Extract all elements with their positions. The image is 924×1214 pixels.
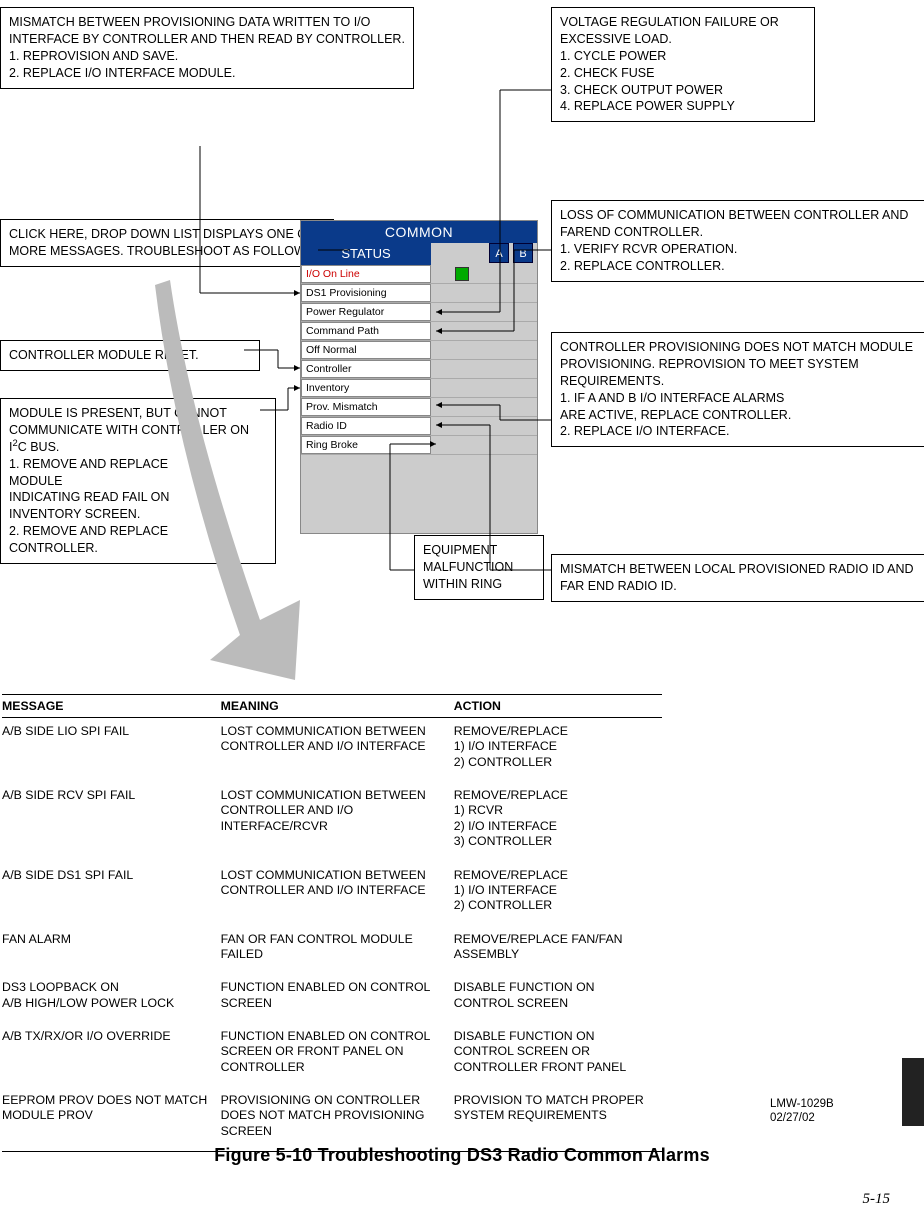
label: Radio ID [301, 417, 431, 435]
callout-loss-comm: LOSS OF COMMUNICATION BETWEEN CONTROLLER… [551, 200, 924, 282]
doc-date: 02/27/02 [770, 1112, 815, 1124]
text: EQUIPMENT MALFUNCTION WITHIN RING [423, 543, 513, 591]
status-row-controller: Controller [301, 360, 537, 379]
text: CONTROLLER MODULE RESET. [9, 348, 199, 362]
callout-module-present: MODULE IS PRESENT, BUT CANNOT COMMUNICAT… [0, 398, 276, 564]
table-row: A/B SIDE RCV SPI FAIL LOST COMMUNICATION… [2, 782, 662, 861]
table-row: FAN ALARM FAN OR FAN CONTROL MODULE FAIL… [2, 926, 662, 975]
cell-meaning: FAN OR FAN CONTROL MODULE FAILED [221, 926, 454, 975]
callout-ring-broke: EQUIPMENT MALFUNCTION WITHIN RING [414, 535, 544, 600]
panel-header-common: COMMON [301, 221, 537, 243]
side-tab [902, 1058, 924, 1126]
cell-meaning: PROVISIONING ON CONTROLLER DOES NOT MATC… [221, 1087, 454, 1152]
label: Controller [301, 360, 431, 378]
th-action: ACTION [454, 695, 662, 718]
label: I/O On Line [301, 265, 431, 283]
label: Prov. Mismatch [301, 398, 431, 416]
cell-message: DS3 LOOPBACK ON A/B HIGH/LOW POWER LOCK [2, 974, 221, 1023]
status-row-radio-id: Radio ID [301, 417, 537, 436]
panel-col-a: A [489, 243, 509, 263]
cell-action: REMOVE/REPLACE 1) I/O INTERFACE 2) CONTR… [454, 718, 662, 783]
cell-action: DISABLE FUNCTION ON CONTROL SCREEN [454, 974, 662, 1023]
label: Inventory [301, 379, 431, 397]
table-row: DS3 LOOPBACK ON A/B HIGH/LOW POWER LOCK … [2, 974, 662, 1023]
table-row: EEPROM PROV DOES NOT MATCH MODULE PROV P… [2, 1087, 662, 1152]
figure-caption: Figure 5-10 Troubleshooting DS3 Radio Co… [0, 1145, 924, 1166]
panel-col-b: B [513, 243, 533, 263]
callout-voltage: VOLTAGE REGULATION FAILURE OR EXCESSIVE … [551, 7, 815, 122]
doc-id: LMW-1029B 02/27/02 [770, 1098, 834, 1126]
text: VOLTAGE REGULATION FAILURE OR EXCESSIVE … [560, 15, 779, 113]
table-row: A/B SIDE DS1 SPI FAIL LOST COMMUNICATION… [2, 862, 662, 926]
table-row: A/B SIDE LIO SPI FAIL LOST COMMUNICATION… [2, 718, 662, 783]
cell-message: EEPROM PROV DOES NOT MATCH MODULE PROV [2, 1087, 221, 1152]
callout-ds1-prov: MISMATCH BETWEEN PROVISIONING DATA WRITT… [0, 7, 414, 89]
cell-message: A/B SIDE RCV SPI FAIL [2, 782, 221, 861]
cell-message: FAN ALARM [2, 926, 221, 975]
cell-message: A/B SIDE LIO SPI FAIL [2, 718, 221, 783]
table-row: A/B TX/RX/OR I/O OVERRIDE FUNCTION ENABL… [2, 1023, 662, 1087]
status-row-power-reg: Power Regulator [301, 303, 537, 322]
callout-radio-id: MISMATCH BETWEEN LOCAL PROVISIONED RADIO… [551, 554, 924, 602]
status-row-ring-broke: Ring Broke [301, 436, 537, 455]
doc-code: LMW-1029B [770, 1098, 834, 1110]
cell-meaning: LOST COMMUNICATION BETWEEN CONTROLLER AN… [221, 718, 454, 783]
callout-ctrl-reset: CONTROLLER MODULE RESET. [0, 340, 260, 371]
label: DS1 Provisioning [301, 284, 431, 302]
callout-prov-mismatch: CONTROLLER PROVISIONING DOES NOT MATCH M… [551, 332, 924, 447]
text: MISMATCH BETWEEN PROVISIONING DATA WRITT… [9, 15, 405, 80]
cell-action: REMOVE/REPLACE 1) I/O INTERFACE 2) CONTR… [454, 862, 662, 926]
text: CLICK HERE, DROP DOWN LIST DISPLAYS ONE … [9, 227, 318, 258]
cell-meaning: FUNCTION ENABLED ON CONTROL SCREEN OR FR… [221, 1023, 454, 1087]
table-header-row: MESSAGE MEANING ACTION [2, 695, 662, 718]
panel-status-row: STATUS A B [301, 243, 537, 265]
text: MISMATCH BETWEEN LOCAL PROVISIONED RADIO… [560, 562, 914, 593]
cell-action: PROVISION TO MATCH PROPER SYSTEM REQUIRE… [454, 1087, 662, 1152]
cell-meaning: FUNCTION ENABLED ON CONTROL SCREEN [221, 974, 454, 1023]
label: Off Normal [301, 341, 431, 359]
status-row-ds1-prov: DS1 Provisioning [301, 284, 537, 303]
cell-action: REMOVE/REPLACE FAN/FAN ASSEMBLY [454, 926, 662, 975]
cell-meaning: LOST COMMUNICATION BETWEEN CONTROLLER AN… [221, 782, 454, 861]
status-row-io-online: I/O On Line [301, 265, 537, 284]
cell-action: REMOVE/REPLACE 1) RCVR 2) I/O INTERFACE … [454, 782, 662, 861]
text-suffix: C BUS. 1. REMOVE AND REPLACE MODULE INDI… [9, 440, 169, 555]
label: Power Regulator [301, 303, 431, 321]
cell-action: DISABLE FUNCTION ON CONTROL SCREEN OR CO… [454, 1023, 662, 1087]
cell-message: A/B TX/RX/OR I/O OVERRIDE [2, 1023, 221, 1087]
text: LOSS OF COMMUNICATION BETWEEN CONTROLLER… [560, 208, 908, 273]
cell-message: A/B SIDE DS1 SPI FAIL [2, 862, 221, 926]
panel-status-label: STATUS [301, 243, 431, 265]
callout-click-here: CLICK HERE, DROP DOWN LIST DISPLAYS ONE … [0, 219, 334, 267]
status-row-prov-mismatch: Prov. Mismatch [301, 398, 537, 417]
cell-meaning: LOST COMMUNICATION BETWEEN CONTROLLER AN… [221, 862, 454, 926]
th-message: MESSAGE [2, 695, 221, 718]
th-meaning: MEANING [221, 695, 454, 718]
message-table: MESSAGE MEANING ACTION A/B SIDE LIO SPI … [2, 694, 662, 1152]
label: Command Path [301, 322, 431, 340]
status-row-cmd-path: Command Path [301, 322, 537, 341]
status-row-off-normal: Off Normal [301, 341, 537, 360]
status-row-inventory: Inventory [301, 379, 537, 398]
indicator-a [455, 267, 469, 281]
label: Ring Broke [301, 436, 431, 454]
status-panel: COMMON STATUS A B I/O On Line DS1 Provis… [300, 220, 538, 534]
text: CONTROLLER PROVISIONING DOES NOT MATCH M… [560, 340, 913, 438]
page-number: 5-15 [863, 1191, 891, 1208]
